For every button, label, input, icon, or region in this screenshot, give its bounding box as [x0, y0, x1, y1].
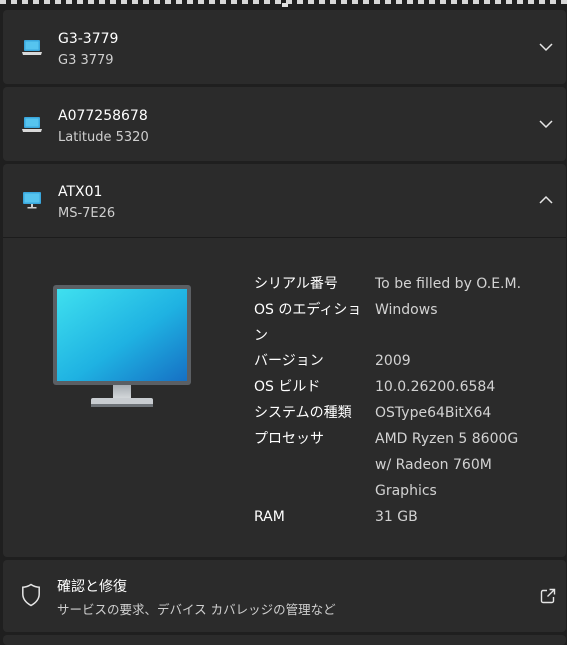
- chevron-down-icon[interactable]: [538, 39, 554, 55]
- spec-label-system-type: システムの種類: [254, 405, 352, 421]
- device-name: A077258678: [58, 108, 148, 124]
- spec-value-serial: To be filled by O.E.M.: [375, 276, 522, 292]
- device-header[interactable]: G3-3779 G3 3779: [3, 10, 566, 84]
- spec-value-ram: 31 GB: [375, 509, 418, 525]
- spec-value-system-type: OSType64BitX64: [375, 405, 492, 421]
- device-model: G3 3779: [58, 53, 114, 68]
- spec-label-processor: プロセッサ: [254, 431, 324, 447]
- device-model: Latitude 5320: [58, 130, 149, 145]
- check-and-repair-title: 確認と修復: [57, 579, 127, 595]
- device-card-g3-3779[interactable]: G3-3779 G3 3779: [3, 10, 566, 84]
- spec-label-ram: RAM: [254, 509, 285, 525]
- device-name: ATX01: [58, 184, 103, 200]
- spec-value-version: 2009: [375, 353, 411, 369]
- check-and-repair-subtitle: サービスの要求、デバイス カバレッジの管理など: [57, 602, 336, 617]
- monitor-illustration: [53, 285, 191, 407]
- laptop-icon: [22, 40, 42, 55]
- device-name: G3-3779: [58, 31, 119, 47]
- spec-value-processor: AMD Ryzen 5 8600G: [375, 431, 519, 447]
- chevron-up-icon[interactable]: [538, 192, 554, 208]
- device-card-atx01[interactable]: ATX01 MS-7E26 シリアル番号 To be filled by O.E…: [3, 164, 566, 557]
- device-list-page: G3-3779 G3 3779 A077258678 Latitude 5320: [0, 0, 567, 645]
- spec-value-os-build: 10.0.26200.6584: [375, 379, 496, 395]
- device-card-a077258678[interactable]: A077258678 Latitude 5320: [3, 87, 566, 161]
- device-header[interactable]: A077258678 Latitude 5320: [3, 87, 566, 161]
- section-divider: [3, 237, 566, 238]
- resize-handle[interactable]: [282, 3, 288, 7]
- spec-value-processor-line2: w/ Radeon 760M: [375, 457, 492, 473]
- open-external-icon[interactable]: [540, 588, 556, 604]
- spec-value-processor-line3: Graphics: [375, 483, 437, 499]
- spec-label-version: バージョン: [254, 353, 324, 369]
- spec-value-os-edition: Windows: [375, 302, 438, 318]
- shield-icon: [22, 583, 40, 607]
- spec-label-os-build: OS ビルド: [254, 379, 321, 395]
- spec-label-os-edition: OS のエディショ: [254, 302, 362, 318]
- next-card-partial: [3, 635, 566, 645]
- device-model: MS-7E26: [58, 206, 116, 221]
- spec-label-serial: シリアル番号: [254, 276, 338, 292]
- desktop-monitor-icon: [23, 192, 41, 209]
- device-header[interactable]: ATX01 MS-7E26: [3, 164, 566, 238]
- check-and-repair-card[interactable]: [3, 560, 566, 632]
- spec-label-os-edition-wrap: ン: [254, 328, 268, 344]
- chevron-down-icon[interactable]: [538, 116, 554, 132]
- laptop-icon: [22, 117, 42, 132]
